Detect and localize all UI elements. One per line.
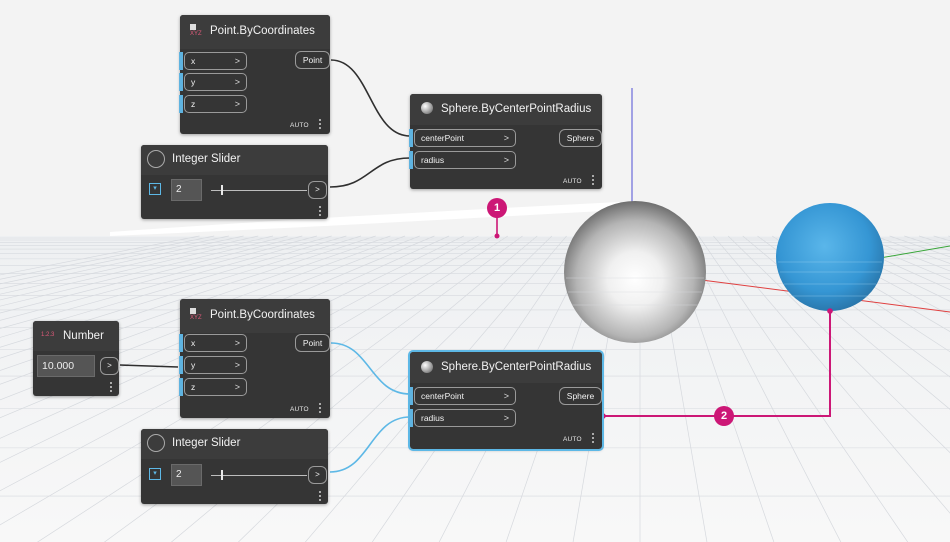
lacing-label[interactable]: AUTO bbox=[563, 178, 582, 185]
callout-badge-2: 2 bbox=[714, 406, 734, 426]
port-arrow: > bbox=[234, 77, 240, 87]
node-header[interactable]: XYZ Point.ByCoordinates bbox=[180, 299, 330, 333]
port-arrow: > bbox=[503, 413, 509, 423]
node-menu-dots[interactable] bbox=[592, 175, 594, 187]
slider-icon bbox=[147, 434, 165, 452]
input-port-centerpoint[interactable]: centerPoint > bbox=[414, 387, 516, 405]
lacing-label[interactable]: AUTO bbox=[290, 406, 309, 413]
port-arrow: > bbox=[234, 56, 240, 66]
node-menu-dots[interactable] bbox=[110, 382, 112, 394]
port-label: centerPoint bbox=[421, 133, 464, 143]
xyz-icon: XYZ bbox=[190, 24, 202, 37]
integer-slider-node-bottom[interactable]: Integer Slider ▾ 2 > bbox=[141, 429, 328, 504]
output-port-sphere[interactable]: Sphere bbox=[559, 129, 602, 147]
port-label: radius bbox=[421, 413, 445, 423]
point-by-coordinates-node-bottom[interactable]: XYZ Point.ByCoordinates x > y > z > Point A… bbox=[179, 299, 330, 418]
input-port-x[interactable]: x > bbox=[184, 334, 247, 352]
number-node[interactable]: 1.2.3 Number 10.000 > bbox=[33, 321, 119, 396]
port-label: x bbox=[191, 56, 196, 66]
port-indicator bbox=[179, 52, 183, 70]
node-menu-dots[interactable] bbox=[319, 119, 321, 131]
port-arrow: > bbox=[503, 391, 509, 401]
node-menu-dots[interactable] bbox=[319, 491, 321, 503]
port-arrow: > bbox=[234, 382, 240, 392]
node-menu-dots[interactable] bbox=[592, 433, 594, 445]
node-header[interactable]: Integer Slider bbox=[141, 429, 328, 459]
port-label: radius bbox=[421, 155, 445, 165]
sphere-by-center-point-radius-node-top[interactable]: Sphere.ByCenterPointRadius centerPoint > … bbox=[409, 94, 602, 189]
sphere-icon bbox=[421, 361, 433, 373]
port-indicator bbox=[179, 356, 183, 374]
port-indicator bbox=[179, 95, 183, 113]
input-port-z[interactable]: z > bbox=[184, 95, 247, 113]
sphere-by-center-point-radius-node-bottom[interactable]: Sphere.ByCenterPointRadius centerPoint > … bbox=[408, 350, 604, 451]
integer-slider-node-top[interactable]: Integer Slider ▾ 2 > bbox=[141, 145, 328, 219]
output-port[interactable]: > bbox=[308, 466, 327, 484]
port-arrow: > bbox=[234, 360, 240, 370]
lacing-label[interactable]: AUTO bbox=[563, 436, 582, 443]
slider-value-box[interactable]: 2 bbox=[171, 179, 202, 201]
sphere-icon bbox=[421, 102, 433, 114]
number-123-icon: 1.2.3 bbox=[41, 332, 55, 338]
sphere-preview-blue[interactable] bbox=[776, 203, 884, 311]
input-port-radius[interactable]: radius > bbox=[414, 409, 516, 427]
node-title: Number bbox=[63, 330, 104, 342]
slider-thumb[interactable] bbox=[221, 470, 223, 480]
output-port[interactable]: > bbox=[100, 357, 119, 375]
port-arrow: > bbox=[234, 99, 240, 109]
port-label: z bbox=[191, 382, 196, 392]
point-by-coordinates-node-top[interactable]: XYZ Point.ByCoordinates x > y > z > Point A… bbox=[179, 15, 330, 134]
node-title: Sphere.ByCenterPointRadius bbox=[441, 361, 592, 373]
port-indicator bbox=[409, 129, 413, 147]
port-label: y bbox=[191, 77, 196, 87]
slider-value-box[interactable]: 2 bbox=[171, 464, 202, 486]
input-port-x[interactable]: x > bbox=[184, 52, 247, 70]
callout-badge-1: 1 bbox=[487, 198, 507, 218]
port-indicator bbox=[179, 378, 183, 396]
lacing-label[interactable]: AUTO bbox=[290, 122, 309, 129]
port-arrow: > bbox=[234, 338, 240, 348]
port-indicator bbox=[179, 334, 183, 352]
output-port[interactable]: > bbox=[308, 181, 327, 199]
node-header[interactable]: 1.2.3 Number bbox=[33, 321, 119, 351]
output-port-sphere[interactable]: Sphere bbox=[559, 387, 602, 405]
node-title: Integer Slider bbox=[172, 437, 241, 449]
sphere-preview-gray[interactable] bbox=[564, 201, 706, 343]
node-title: Point.ByCoordinates bbox=[210, 309, 315, 321]
node-header[interactable]: Sphere.ByCenterPointRadius bbox=[410, 94, 602, 125]
node-menu-dots[interactable] bbox=[319, 403, 321, 415]
node-title: Sphere.ByCenterPointRadius bbox=[441, 103, 592, 115]
port-label: y bbox=[191, 360, 196, 370]
port-label: centerPoint bbox=[421, 391, 464, 401]
node-title: Integer Slider bbox=[172, 153, 241, 165]
node-header[interactable]: XYZ Point.ByCoordinates bbox=[180, 15, 330, 49]
port-indicator bbox=[409, 151, 413, 169]
slider-icon bbox=[147, 150, 165, 168]
input-port-radius[interactable]: radius > bbox=[414, 151, 516, 169]
port-indicator bbox=[179, 73, 183, 91]
port-indicator bbox=[409, 387, 413, 405]
input-port-z[interactable]: z > bbox=[184, 378, 247, 396]
output-port-point[interactable]: Point bbox=[295, 334, 330, 352]
output-port-point[interactable]: Point bbox=[295, 51, 330, 69]
chevron-down-icon[interactable]: ▾ bbox=[149, 183, 161, 195]
node-title: Point.ByCoordinates bbox=[210, 25, 315, 37]
chevron-down-icon[interactable]: ▾ bbox=[149, 468, 161, 480]
port-label: x bbox=[191, 338, 196, 348]
slider-track[interactable] bbox=[211, 190, 307, 191]
port-indicator bbox=[409, 409, 413, 427]
node-header[interactable]: Sphere.ByCenterPointRadius bbox=[410, 352, 602, 383]
input-port-centerpoint[interactable]: centerPoint > bbox=[414, 129, 516, 147]
port-arrow: > bbox=[503, 155, 509, 165]
node-menu-dots[interactable] bbox=[319, 206, 321, 218]
slider-track[interactable] bbox=[211, 475, 307, 476]
slider-thumb[interactable] bbox=[221, 185, 223, 195]
xyz-icon: XYZ bbox=[190, 308, 202, 321]
node-header[interactable]: Integer Slider bbox=[141, 145, 328, 175]
input-port-y[interactable]: y > bbox=[184, 356, 247, 374]
input-port-y[interactable]: y > bbox=[184, 73, 247, 91]
number-value-field[interactable]: 10.000 bbox=[37, 355, 95, 377]
port-arrow: > bbox=[503, 133, 509, 143]
port-label: z bbox=[191, 99, 196, 109]
